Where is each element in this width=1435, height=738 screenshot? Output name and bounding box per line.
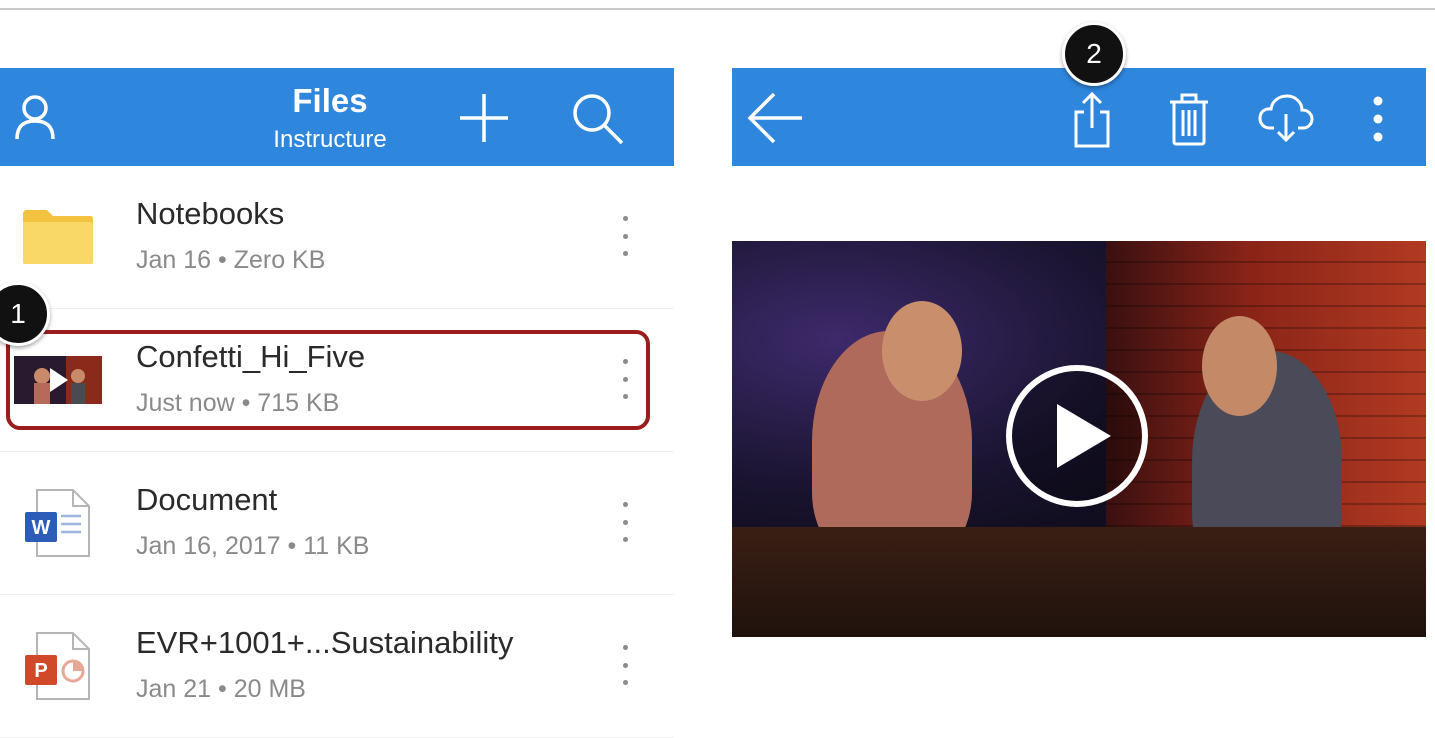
file-name: EVR+1001+...Sustainability bbox=[136, 625, 514, 660]
cloud-download-icon[interactable] bbox=[1258, 94, 1314, 144]
more-vertical-icon[interactable] bbox=[612, 502, 638, 542]
more-vertical-icon[interactable] bbox=[1368, 94, 1388, 144]
page-title: Files bbox=[292, 82, 368, 119]
profile-icon[interactable] bbox=[10, 92, 60, 142]
word-doc-icon: W bbox=[14, 488, 102, 558]
page-subtitle: Instructure bbox=[273, 126, 387, 153]
video-figure-right-head bbox=[1202, 316, 1277, 416]
list-item[interactable]: P EVR+1001+...Sustainability Jan 21 • 20… bbox=[0, 595, 674, 738]
file-name: Notebooks bbox=[136, 196, 285, 231]
list-item[interactable]: W Document Jan 16, 2017 • 11 KB bbox=[0, 452, 674, 595]
file-meta: Jan 16, 2017 • 11 KB bbox=[136, 532, 370, 560]
add-icon[interactable] bbox=[458, 92, 510, 144]
more-vertical-icon[interactable] bbox=[612, 359, 638, 399]
trash-icon[interactable] bbox=[1168, 92, 1210, 146]
svg-text:P: P bbox=[34, 660, 47, 682]
file-name: Confetti_Hi_Five bbox=[136, 339, 366, 374]
callout-2: 2 bbox=[1062, 22, 1126, 86]
share-icon[interactable] bbox=[1072, 92, 1112, 148]
play-icon bbox=[1057, 404, 1111, 468]
file-list: Notebooks Jan 16 • Zero KB Confetti_Hi_F… bbox=[0, 166, 674, 738]
file-meta: Jan 16 • Zero KB bbox=[136, 246, 326, 274]
more-vertical-icon[interactable] bbox=[612, 216, 638, 256]
files-panel: Files Instructure Notebooks Jan 16 • Zer… bbox=[0, 68, 674, 738]
more-vertical-icon[interactable] bbox=[612, 645, 638, 685]
search-icon[interactable] bbox=[570, 92, 626, 146]
play-button[interactable] bbox=[1006, 365, 1148, 507]
file-meta: Jan 21 • 20 MB bbox=[136, 675, 306, 703]
files-header-bar: Files Instructure bbox=[0, 68, 674, 166]
back-arrow-icon[interactable] bbox=[746, 92, 804, 144]
video-table bbox=[732, 527, 1426, 637]
video-preview[interactable] bbox=[732, 241, 1426, 637]
powerpoint-icon: P bbox=[14, 631, 102, 701]
video-figure-left-head bbox=[882, 301, 962, 401]
top-divider bbox=[0, 8, 1435, 10]
video-thumbnail bbox=[14, 345, 102, 415]
folder-icon bbox=[14, 202, 102, 272]
file-meta: Just now • 715 KB bbox=[136, 389, 340, 417]
svg-text:W: W bbox=[32, 517, 51, 539]
file-name: Document bbox=[136, 482, 278, 517]
list-item[interactable]: Notebooks Jan 16 • Zero KB bbox=[0, 166, 674, 309]
list-item[interactable]: Confetti_Hi_Five Just now • 715 KB bbox=[0, 309, 674, 452]
